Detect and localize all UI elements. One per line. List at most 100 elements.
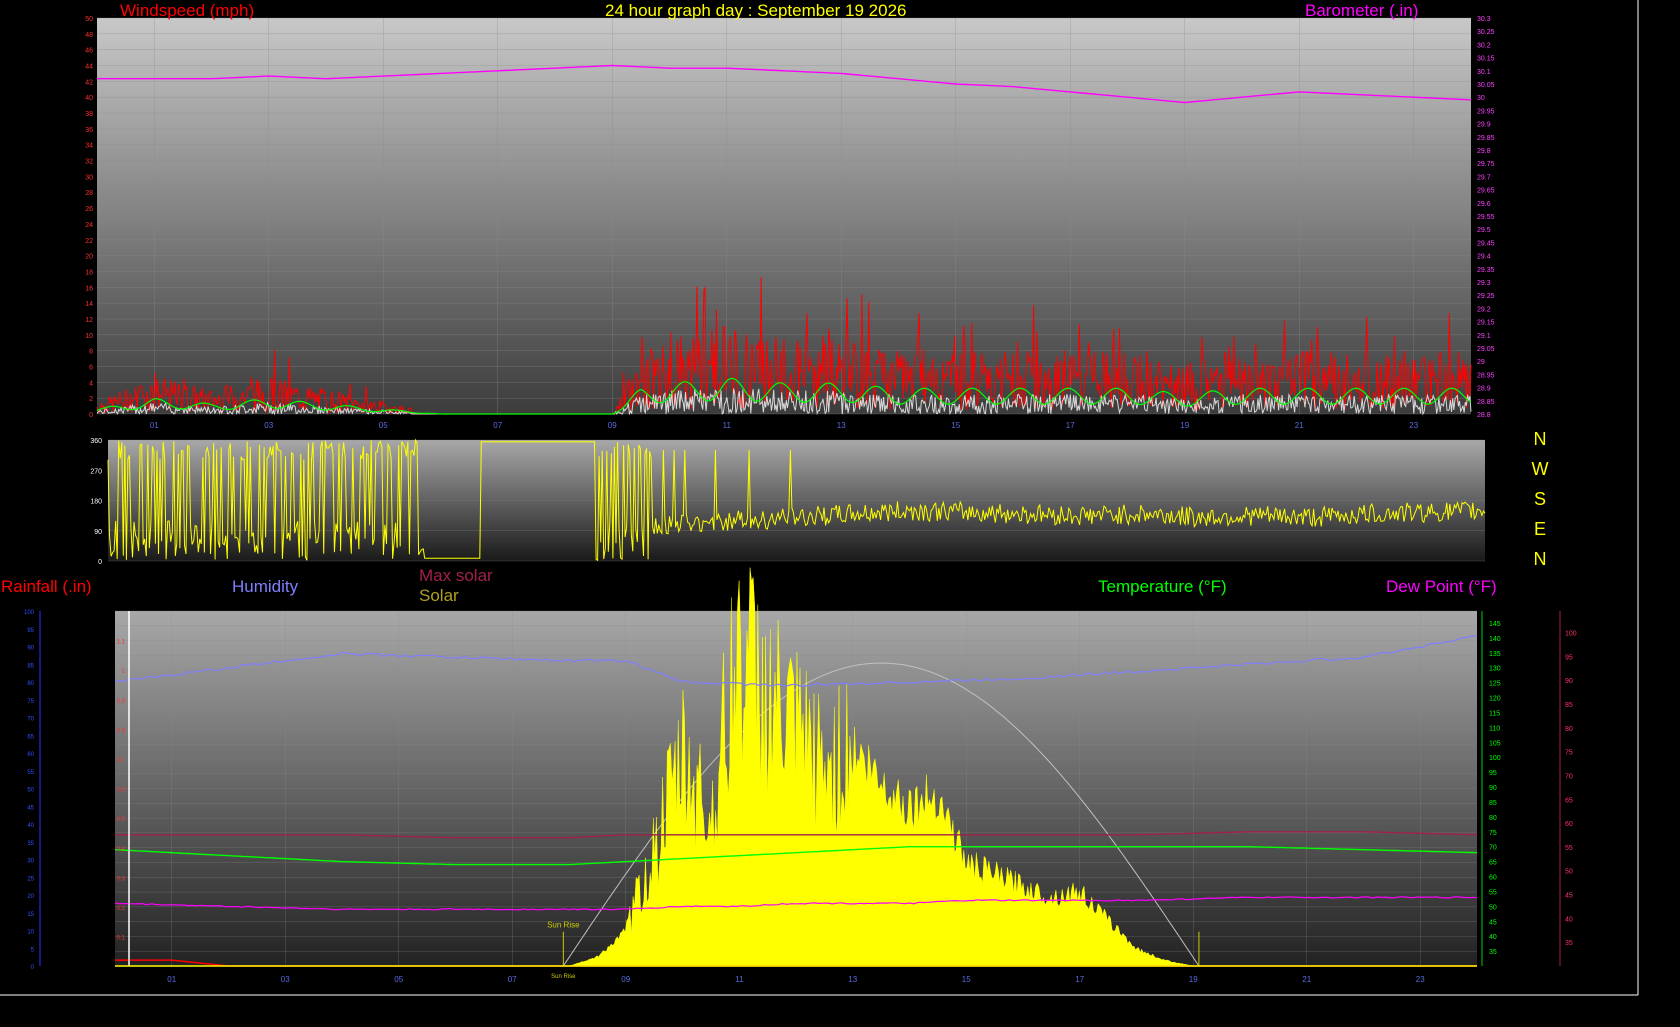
baro-y-tick-label: 30 (1477, 95, 1485, 102)
wind-x-tick-label: 07 (493, 421, 502, 430)
humidity-y-tick-label: 10 (27, 930, 34, 936)
rain-y-tick-label: 0.5 (117, 817, 126, 823)
dew-y-tick-label: 50 (1565, 869, 1573, 876)
compass-n-bottom: N (1533, 549, 1547, 569)
bottom-x-tick-label: 17 (1075, 975, 1084, 984)
chart-title: 24 hour graph day : September 19 2026 (605, 1, 907, 20)
compass-w: W (1531, 459, 1549, 479)
dew-y-tick-label: 40 (1565, 916, 1573, 923)
temp-y-tick-label: 85 (1489, 800, 1497, 807)
baro-y-tick-label: 29.65 (1477, 188, 1495, 195)
humidity-y-tick-label: 55 (27, 770, 34, 776)
wind-y-tick-label: 44 (85, 64, 93, 71)
humidity-y-tick-label: 15 (27, 912, 34, 918)
rain-y-tick-label: 0.1 (117, 935, 126, 941)
bottom-x-tick-label: 03 (281, 975, 290, 984)
temp-y-tick-label: 120 (1489, 696, 1501, 703)
direction-y-tick-label: 90 (94, 529, 102, 536)
baro-y-tick-label: 30.05 (1477, 82, 1495, 89)
baro-y-tick-label: 29.8 (1477, 148, 1491, 155)
bottom-x-tick-label: 21 (1302, 975, 1311, 984)
weather-graph: Sun RiseSun Rise 01 03 05 07 09 11 13 15 17 19 21 2… (0, 0, 1639, 996)
humidity-label: Humidity (232, 577, 299, 596)
humidity-y-tick-label: 85 (27, 663, 34, 669)
baro-y-tick-label: 29 (1477, 359, 1485, 366)
temperature-label: Temperature (°F) (1098, 577, 1227, 596)
temp-y-tick-label: 45 (1489, 919, 1497, 926)
baro-y-tick-label: 29.3 (1477, 280, 1491, 287)
dewpoint-label: Dew Point (°F) (1386, 577, 1497, 596)
wind-x-tick-label: 23 (1409, 421, 1418, 430)
wind-x-tick-label: 11 (723, 421, 732, 430)
bottom-x-tick-label: 11 (735, 975, 744, 984)
direction-y-tick-label: 180 (90, 499, 102, 506)
wind-x-tick-label: 01 (150, 421, 159, 430)
wind-x-tick-label: 03 (264, 421, 273, 430)
humidity-y-tick-label: 40 (27, 823, 34, 829)
wind-y-tick-label: 32 (85, 159, 93, 166)
baro-y-tick-label: 30.3 (1477, 16, 1491, 23)
direction-y-tick-label: 0 (98, 559, 102, 566)
wind-y-tick-label: 16 (85, 285, 93, 292)
baro-y-tick-label: 30.2 (1477, 42, 1491, 49)
baro-y-tick-label: 29.2 (1477, 306, 1491, 313)
baro-y-tick-label: 29.35 (1477, 267, 1495, 274)
wind-x-tick-label: 05 (379, 421, 388, 430)
dew-y-tick-label: 45 (1565, 893, 1573, 900)
wind-y-tick-label: 10 (85, 333, 93, 340)
baro-y-tick-label: 28.85 (1477, 399, 1495, 406)
humidity-y-tick-label: 80 (27, 681, 34, 687)
temp-y-tick-label: 130 (1489, 666, 1501, 673)
temp-y-tick-label: 95 (1489, 770, 1497, 777)
wind-y-tick-label: 48 (85, 32, 93, 39)
humidity-y-tick-label: 30 (27, 859, 34, 865)
humidity-y-tick-label: 5 (31, 947, 35, 953)
sunrise-label: Sun Rise (547, 921, 580, 930)
wind-y-tick-label: 46 (85, 48, 93, 55)
temp-y-tick-label: 70 (1489, 845, 1497, 852)
dew-y-tick-label: 100 (1565, 631, 1577, 638)
temp-y-tick-label: 110 (1489, 725, 1500, 732)
humidity-y-tick-label: 90 (27, 646, 34, 652)
rain-y-tick-label: 0.8 (117, 728, 126, 734)
wind-x-tick-label: 09 (608, 421, 617, 430)
dew-y-tick-label: 70 (1565, 773, 1573, 780)
bottom-x-tick-label: 09 (621, 975, 630, 984)
wind-y-tick-label: 20 (85, 254, 93, 261)
baro-y-tick-label: 29.25 (1477, 293, 1495, 300)
baro-y-tick-label: 29.9 (1477, 122, 1491, 129)
wind-y-tick-label: 0 (89, 412, 93, 419)
wind-y-tick-label: 24 (85, 222, 93, 229)
dew-y-tick-label: 90 (1565, 678, 1573, 685)
humidity-y-tick-label: 60 (27, 752, 34, 758)
humidity-y-tick-label: 20 (27, 894, 34, 900)
compass-n-top: N (1533, 429, 1547, 449)
baro-y-tick-label: 29.1 (1477, 333, 1491, 340)
wind-direction-ticks: 360 270 180 90 0 (90, 438, 102, 566)
wind-y-tick-label: 36 (85, 127, 93, 134)
humidity-y-tick-label: 95 (27, 628, 34, 634)
humidity-y-tick-label: 25 (27, 876, 34, 882)
temp-y-tick-label: 145 (1489, 621, 1501, 628)
sunrise-axis-label: Sun Rise (551, 974, 576, 980)
wind-y-tick-label: 18 (85, 269, 93, 276)
baro-y-tick-label: 29.5 (1477, 227, 1491, 234)
temp-y-tick-label: 65 (1489, 860, 1497, 867)
wind-y-tick-label: 2 (89, 396, 93, 403)
wind-y-tick-label: 28 (85, 190, 93, 197)
humidity-y-tick-label: 70 (27, 717, 34, 723)
dew-y-tick-label: 35 (1565, 940, 1573, 947)
wind-x-tick-label: 17 (1066, 421, 1075, 430)
temp-y-tick-label: 35 (1489, 949, 1497, 956)
bottom-x-tick-label: 19 (1189, 975, 1198, 984)
dew-y-tick-label: 60 (1565, 821, 1573, 828)
wind-x-tick-label: 15 (951, 421, 960, 430)
baro-y-tick-label: 29.05 (1477, 346, 1495, 353)
direction-y-tick-label: 360 (90, 438, 102, 445)
temp-y-tick-label: 80 (1489, 815, 1497, 822)
bottom-x-tick-label: 05 (394, 975, 403, 984)
barometer-axis-label: Barometer (.in) (1305, 1, 1419, 20)
temp-y-tick-label: 115 (1489, 710, 1500, 717)
dew-y-tick-label: 95 (1565, 654, 1573, 661)
dew-y-tick-label: 65 (1565, 797, 1573, 804)
